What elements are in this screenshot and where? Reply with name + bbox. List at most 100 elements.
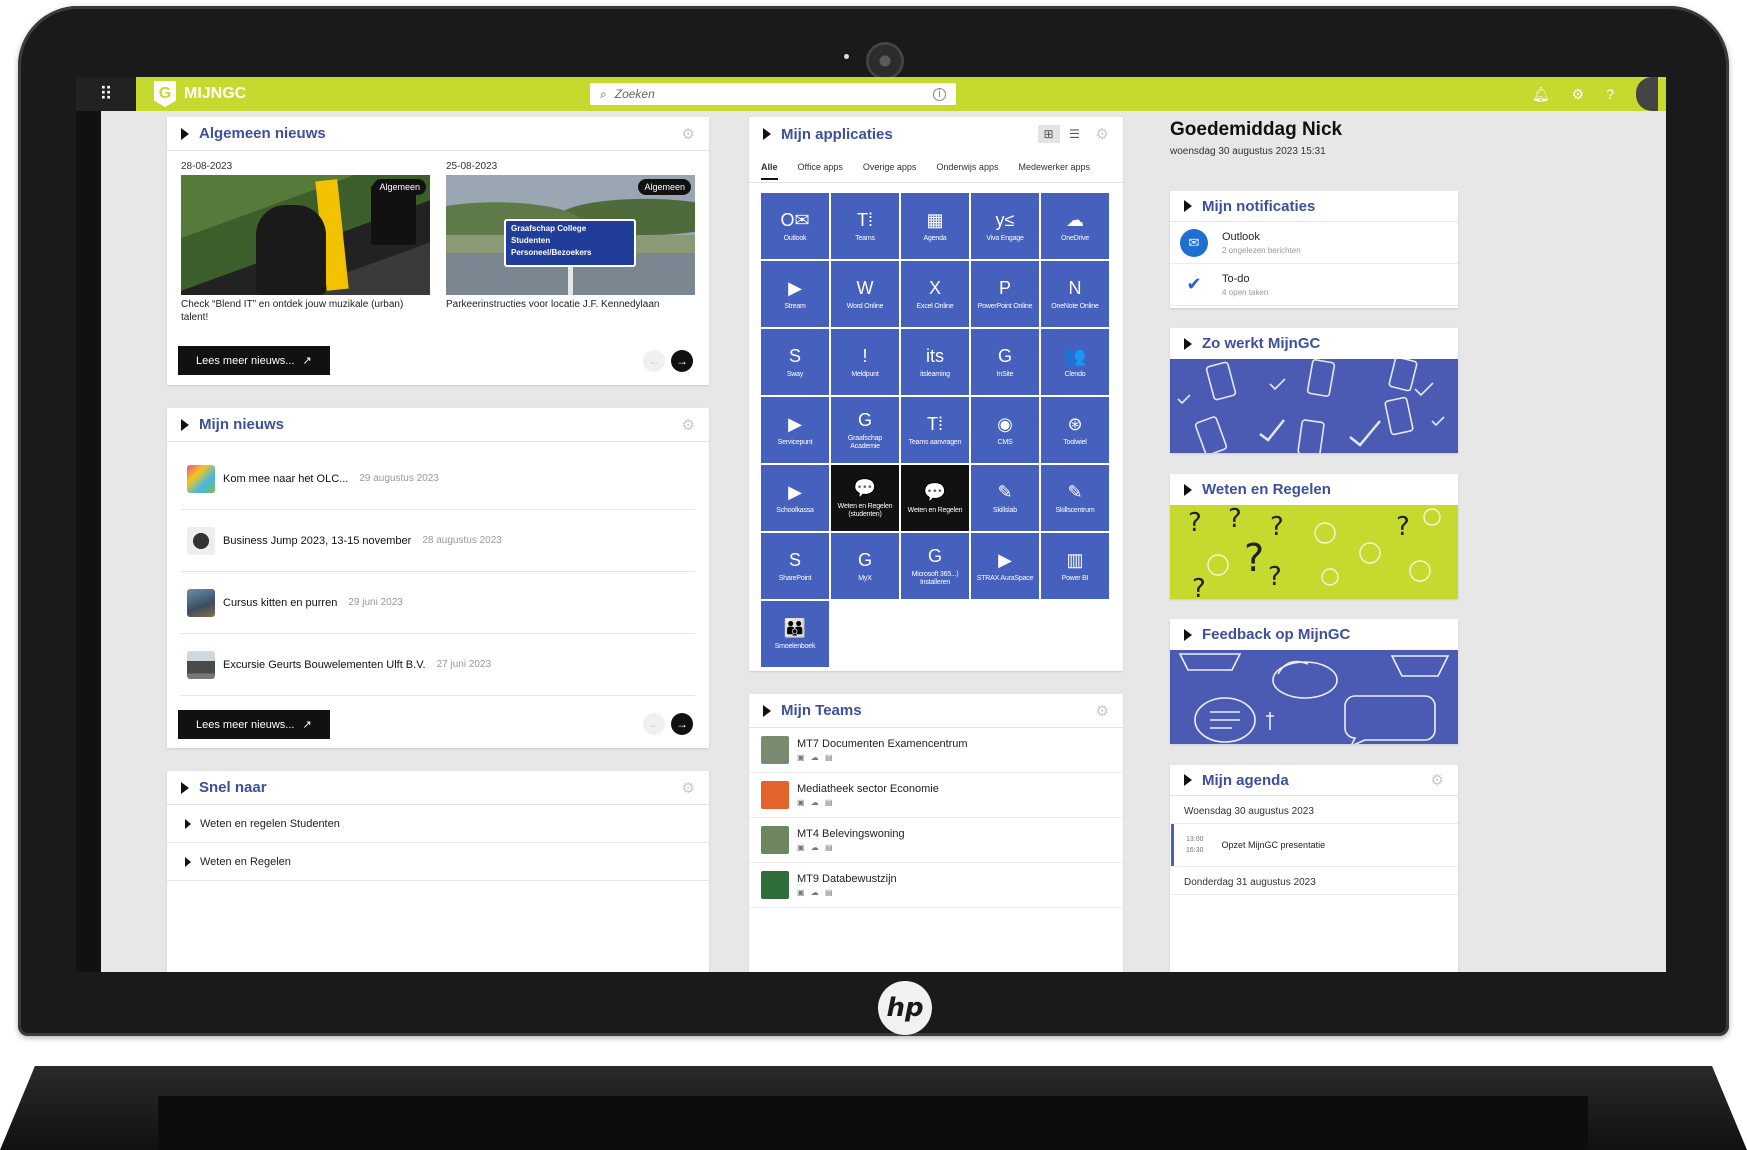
app-tile[interactable]: P PowerPoint Online [971, 261, 1039, 327]
app-tile[interactable]: O✉ Outlook [761, 193, 829, 259]
team-row[interactable]: MT4 Belevingswoning ▣ ☁ ▤ [749, 818, 1123, 863]
agenda-item[interactable]: 13:00 16:30 Opzet MijnGC presentatie [1171, 824, 1458, 866]
svg-text:?: ? [1188, 508, 1202, 538]
gear-icon[interactable]: ⚙ [1572, 86, 1585, 103]
notifications-header[interactable]: Mijn notificaties [1170, 191, 1458, 222]
external-link-icon: ↗ [302, 719, 312, 731]
app-tile[interactable]: ▶ Stream [761, 261, 829, 327]
read-more-button[interactable]: Lees meer nieuws... ↗ [178, 710, 330, 739]
teams-header[interactable]: Mijn Teams ⚙ [749, 694, 1123, 728]
tab-office-apps[interactable]: Office apps [798, 162, 843, 172]
app-tile[interactable]: 👥 Clendo [1041, 329, 1109, 395]
team-row[interactable]: Mediatheek sector Economie ▣ ☁ ▤ [749, 773, 1123, 818]
tab-onderwijs-apps[interactable]: Onderwijs apps [936, 162, 998, 172]
team-row[interactable]: MT9 Databewustzijn ▣ ☁ ▤ [749, 863, 1123, 908]
app-tile[interactable]: G InSite [971, 329, 1039, 395]
settings-icon[interactable]: ⚙ [1096, 125, 1109, 143]
my-news-header[interactable]: Mijn nieuws ⚙ [167, 408, 709, 442]
app-launcher-icon[interactable]: ⠿ [76, 77, 136, 111]
brand-logo[interactable]: G MIJNGC [154, 81, 246, 107]
settings-icon[interactable]: ⚙ [1431, 771, 1444, 789]
excel-icon: X [928, 278, 941, 298]
app-tile[interactable]: X Excel Online [901, 261, 969, 327]
team-app-icons[interactable]: ▣ ☁ ▤ [797, 888, 897, 897]
news-caption[interactable]: Check “Blend IT” en ontdek jouw muzikale… [181, 298, 430, 324]
app-tile[interactable]: its itslearning [901, 329, 969, 395]
speech-bubbles-illustration [1178, 653, 1450, 744]
notification-item[interactable]: ✔ To-do 4 open taken [1170, 264, 1458, 306]
previous-button[interactable]: ← [643, 350, 665, 372]
news-image[interactable]: Algemeen [181, 175, 430, 295]
promo-card-feedback[interactable]: Feedback op MijnGC [1170, 619, 1458, 744]
app-tile[interactable]: ✎ Skillslab [971, 465, 1039, 531]
powerbi-icon: ▥ [1066, 550, 1084, 570]
apps-header[interactable]: Mijn applicaties ⊞ ☰ ⚙ [749, 117, 1123, 151]
list-view-icon[interactable]: ☰ [1064, 125, 1086, 143]
news-item[interactable]: 28-08-2023 Algemeen Check “Blend IT” en … [181, 161, 430, 324]
quick-links-header[interactable]: Snel naar ⚙ [167, 771, 709, 805]
app-tile[interactable]: 💬 Weten en Regelen [901, 465, 969, 531]
app-tile[interactable]: ⊛ Toolwiel [1041, 397, 1109, 463]
bell-icon[interactable]: 🔔︎ [1532, 86, 1550, 103]
grid-view-icon[interactable]: ⊞ [1037, 125, 1060, 143]
team-row[interactable]: MT7 Documenten Examencentrum ▣ ☁ ▤ [749, 728, 1123, 773]
next-button[interactable]: → [671, 713, 693, 735]
promo-card-how-it-works[interactable]: Zo werkt MijnGC [1170, 328, 1458, 453]
quick-link[interactable]: Weten en regelen Studenten [167, 805, 709, 843]
app-tile[interactable]: T⁞ Teams [831, 193, 899, 259]
news-caption[interactable]: Parkeerinstructies voor locatie J.F. Ken… [446, 298, 695, 311]
avatar[interactable] [1636, 77, 1658, 111]
tab-alle[interactable]: Alle [761, 162, 778, 180]
settings-icon[interactable]: ⚙ [682, 779, 695, 797]
app-tile[interactable]: ▥ Power BI [1041, 533, 1109, 599]
app-tile[interactable]: ! Meldpunt [831, 329, 899, 395]
info-icon[interactable]: i [933, 87, 946, 101]
general-news-header[interactable]: Algemeen nieuws ⚙ [167, 117, 709, 151]
team-app-icons[interactable]: ▣ ☁ ▤ [797, 753, 968, 762]
agenda-card: Mijn agenda ⚙ Woensdag 30 augustus 2023 … [1170, 765, 1458, 972]
app-tile[interactable]: G Microsoft 365...) Installeren [901, 533, 969, 599]
next-button[interactable]: → [671, 350, 693, 372]
settings-icon[interactable]: ⚙ [1096, 702, 1109, 720]
app-tile[interactable]: ▶ STRAX AuraSpace [971, 533, 1039, 599]
app-tile[interactable]: y≤ Viva Engage [971, 193, 1039, 259]
search-input[interactable]: ⌕ Zoeken i [590, 83, 956, 105]
read-more-button[interactable]: Lees meer nieuws... ↗ [178, 346, 330, 375]
team-app-icons[interactable]: ▣ ☁ ▤ [797, 843, 905, 852]
app-tile[interactable]: W Word Online [831, 261, 899, 327]
promo-card-rules[interactable]: Weten en Regelen ??? ??? ? [1170, 474, 1458, 599]
settings-icon[interactable]: ⚙ [682, 125, 695, 143]
agenda-header[interactable]: Mijn agenda ⚙ [1170, 765, 1458, 796]
app-tile[interactable]: S SharePoint [761, 533, 829, 599]
app-tile-label: Servicepunt [777, 439, 813, 446]
app-tile[interactable]: ▶ Servicepunt [761, 397, 829, 463]
team-name: MT4 Belevingswoning [797, 828, 905, 840]
app-tile[interactable]: ◉ CMS [971, 397, 1039, 463]
tab-medewerker-apps[interactable]: Medewerker apps [1018, 162, 1090, 172]
settings-icon[interactable]: ⚙ [682, 416, 695, 434]
app-tile[interactable]: ☁ OneDrive [1041, 193, 1109, 259]
app-tile[interactable]: ▶ Schoolkassa [761, 465, 829, 531]
quick-link[interactable]: Weten en Regelen [167, 843, 709, 881]
list-item[interactable]: Business Jump 2023, 13-15 november 28 au… [181, 510, 695, 572]
caret-icon [181, 781, 189, 794]
tab-overige-apps[interactable]: Overige apps [863, 162, 917, 172]
app-tile[interactable]: T⁞ Teams aanvragen [901, 397, 969, 463]
app-tile[interactable]: G Graafschap Academie [831, 397, 899, 463]
list-item[interactable]: Excursie Geurts Bouwelementen Ulft B.V. … [181, 634, 695, 696]
news-image[interactable]: Graafschap College Studenten Personeel/B… [446, 175, 695, 295]
app-tile[interactable]: 💬 Weten en Regelen (studenten) [831, 465, 899, 531]
app-tile[interactable]: 👪 Smoelenboek [761, 601, 829, 667]
news-item[interactable]: 25-08-2023 Graafschap College Studenten … [446, 161, 695, 324]
app-tile[interactable]: G MyX [831, 533, 899, 599]
app-tile[interactable]: ✎ Skillscentrum [1041, 465, 1109, 531]
help-icon[interactable]: ? [1606, 86, 1614, 102]
team-app-icons[interactable]: ▣ ☁ ▤ [797, 798, 939, 807]
previous-button[interactable]: ← [643, 713, 665, 735]
app-tile[interactable]: S Sway [761, 329, 829, 395]
list-item[interactable]: Kom mee naar het OLC... 29 augustus 2023 [181, 448, 695, 510]
notification-item[interactable]: ✉ Outlook 2 ongelezen berichten [1170, 222, 1458, 264]
list-item[interactable]: Cursus kitten en purren 29 juni 2023 [181, 572, 695, 634]
app-tile[interactable]: ▦ Agenda [901, 193, 969, 259]
app-tile[interactable]: N OneNote Online [1041, 261, 1109, 327]
